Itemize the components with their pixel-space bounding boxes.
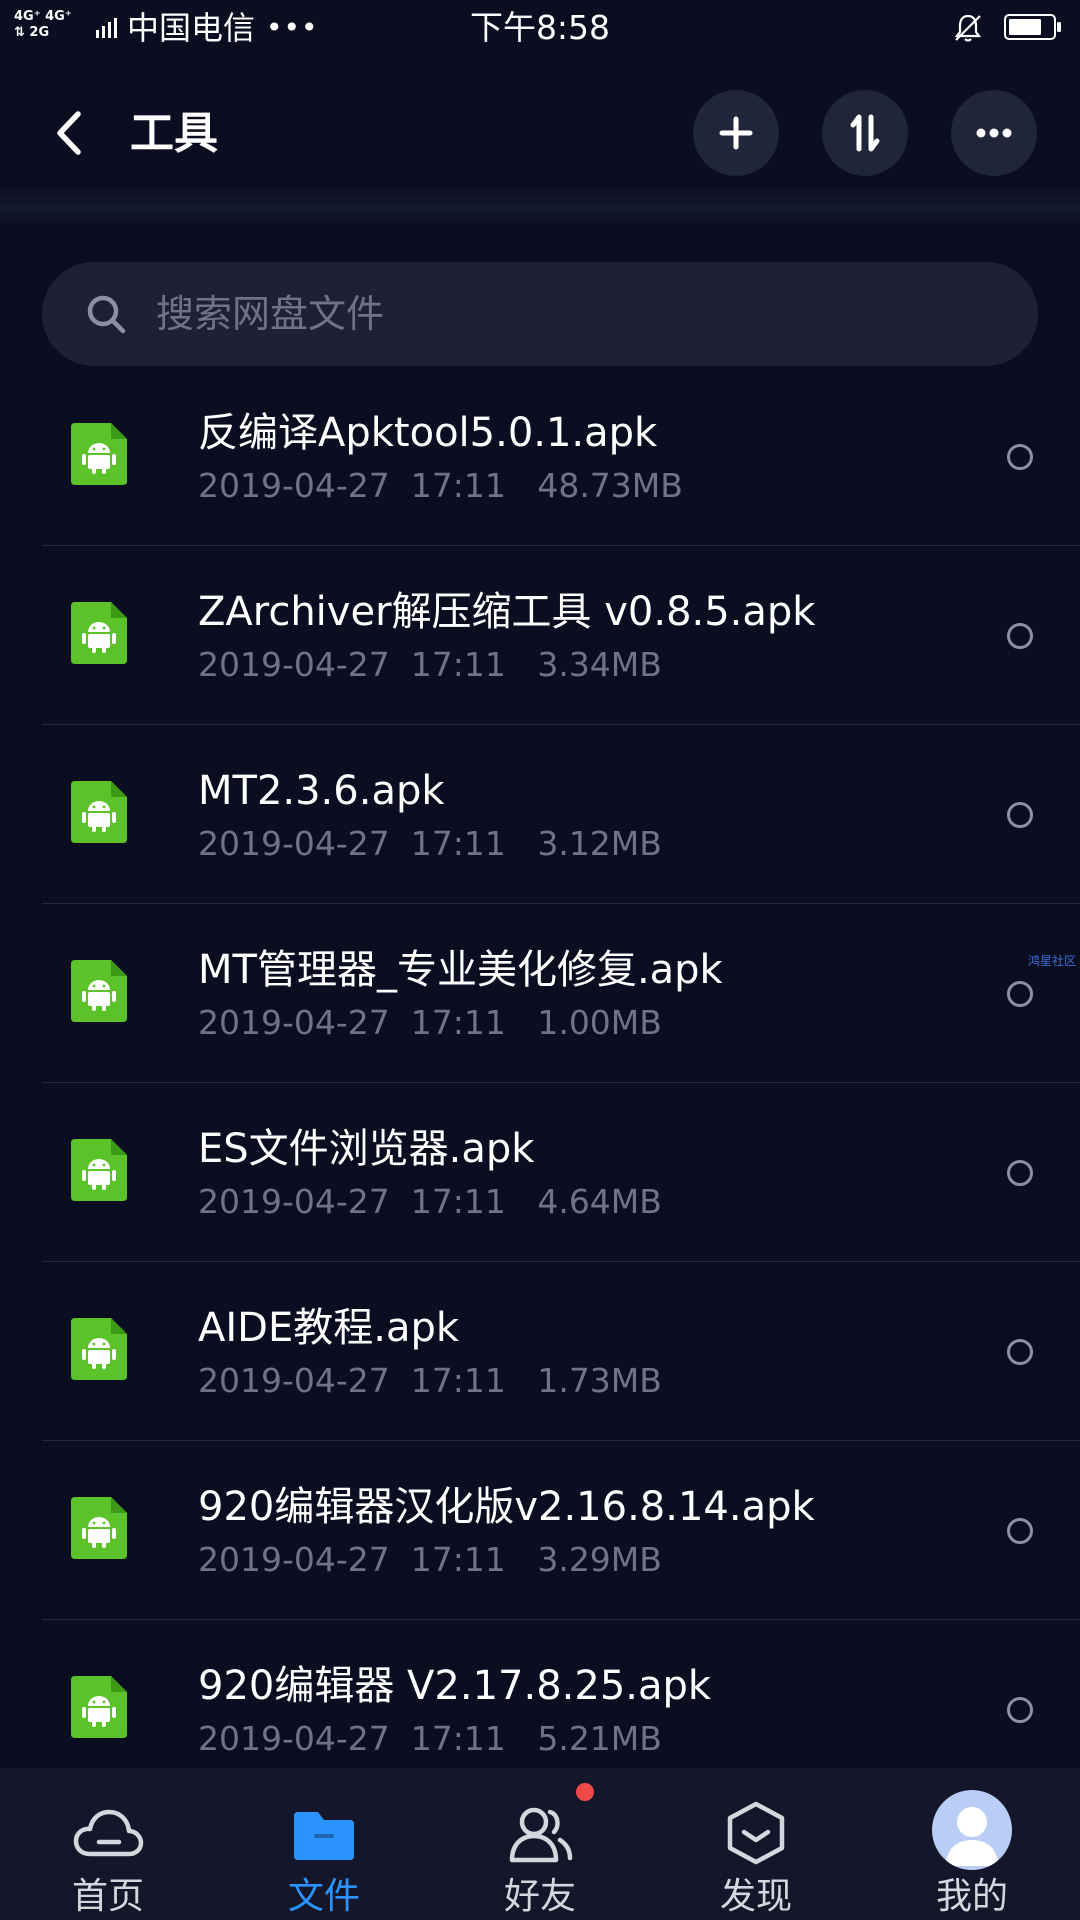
apk-file-icon bbox=[71, 1497, 127, 1559]
nav-label-friends: 好友 bbox=[503, 1876, 576, 1917]
file-meta: 2019-04-27 17:11 48.73MB bbox=[198, 466, 683, 505]
file-meta: 2019-04-27 17:11 4.64MB bbox=[198, 1182, 662, 1221]
nav-label-home: 首页 bbox=[71, 1876, 144, 1917]
file-row[interactable]: 反编译Apktool5.0.1.apk 2019-04-27 17:11 48.… bbox=[0, 367, 1080, 546]
notification-badge bbox=[576, 1783, 594, 1801]
bottom-nav: 首页 文件 好友 发现 我的 bbox=[0, 1768, 1080, 1920]
avatar[interactable] bbox=[932, 1790, 1012, 1870]
battery-icon bbox=[1004, 14, 1061, 40]
file-row[interactable]: MT2.3.6.apk 2019-04-27 17:11 3.12MB bbox=[0, 725, 1080, 904]
more-button[interactable] bbox=[951, 90, 1037, 176]
select-radio[interactable] bbox=[1007, 1160, 1033, 1186]
nav-label-discover: 发现 bbox=[719, 1876, 792, 1917]
select-radio[interactable] bbox=[1007, 1518, 1033, 1544]
apk-file-icon bbox=[71, 1318, 127, 1380]
file-meta: 2019-04-27 17:11 1.73MB bbox=[198, 1361, 662, 1400]
apk-file-icon bbox=[71, 1676, 127, 1738]
select-radio[interactable] bbox=[1007, 444, 1033, 470]
more-icon bbox=[976, 128, 1012, 138]
search-icon bbox=[87, 295, 126, 334]
folder-icon bbox=[294, 1812, 354, 1860]
status-time: 下午8:58 bbox=[469, 8, 611, 47]
apk-file-icon bbox=[71, 781, 127, 843]
file-meta: 2019-04-27 17:11 5.21MB bbox=[198, 1719, 662, 1758]
status-bar: 4G⁺ 4G⁺ ⇅ 2G 中国电信 ••• 下午8:58 bbox=[0, 0, 1080, 56]
apk-file-icon bbox=[71, 1139, 127, 1201]
select-radio[interactable] bbox=[1007, 623, 1033, 649]
apk-file-icon bbox=[71, 960, 127, 1022]
avatar-icon bbox=[946, 1807, 998, 1866]
app-root: 4G⁺ 4G⁺ ⇅ 2G 中国电信 ••• 下午8:58 工具 搜索网盘文件 反… bbox=[0, 0, 1080, 1920]
nav-label-me: 我的 bbox=[935, 1876, 1008, 1917]
nav-item-friends[interactable]: 好友 bbox=[432, 1768, 648, 1920]
file-meta: 2019-04-27 17:11 3.12MB bbox=[198, 824, 662, 863]
bell-muted-icon bbox=[954, 14, 982, 42]
file-name: MT管理器_专业美化修复.apk bbox=[198, 947, 723, 993]
file-row[interactable]: AIDE教程.apk 2019-04-27 17:11 1.73MB bbox=[0, 1262, 1080, 1441]
select-radio[interactable] bbox=[1007, 981, 1033, 1007]
page-title: 工具 bbox=[130, 108, 218, 159]
select-radio[interactable] bbox=[1007, 1697, 1033, 1723]
file-row[interactable]: MT管理器_专业美化修复.apk 2019-04-27 17:11 1.00MB bbox=[0, 904, 1080, 1083]
apk-file-icon bbox=[71, 602, 127, 664]
file-name: ZArchiver解压缩工具 v0.8.5.apk bbox=[198, 589, 816, 635]
add-button[interactable] bbox=[693, 90, 779, 176]
file-meta: 2019-04-27 17:11 1.00MB bbox=[198, 1003, 662, 1042]
file-name: AIDE教程.apk bbox=[198, 1305, 460, 1351]
watermark: 鸿星社区 bbox=[1028, 954, 1077, 968]
file-name: 920编辑器汉化版v2.16.8.14.apk bbox=[198, 1484, 815, 1530]
nav-item-files[interactable]: 文件 bbox=[216, 1768, 432, 1920]
file-name: 反编译Apktool5.0.1.apk bbox=[198, 410, 658, 456]
friends-icon bbox=[509, 1807, 573, 1863]
discover-icon bbox=[727, 1801, 785, 1865]
nav-item-discover[interactable]: 发现 bbox=[648, 1768, 864, 1920]
nav-item-home[interactable]: 首页 bbox=[0, 1768, 216, 1920]
search-input[interactable] bbox=[154, 286, 994, 342]
file-row[interactable]: ES文件浏览器.apk 2019-04-27 17:11 4.64MB bbox=[0, 1083, 1080, 1262]
plus-icon bbox=[719, 116, 753, 150]
file-name: 920编辑器 V2.17.8.25.apk bbox=[198, 1663, 712, 1709]
select-radio[interactable] bbox=[1007, 1339, 1033, 1365]
file-meta: 2019-04-27 17:11 3.29MB bbox=[198, 1540, 662, 1579]
file-list: 反编译Apktool5.0.1.apk 2019-04-27 17:11 48.… bbox=[0, 367, 1080, 1799]
sort-button[interactable] bbox=[822, 90, 908, 176]
file-meta: 2019-04-27 17:11 3.34MB bbox=[198, 645, 662, 684]
file-row[interactable]: ZArchiver解压缩工具 v0.8.5.apk 2019-04-27 17:… bbox=[0, 546, 1080, 725]
cloud-icon bbox=[73, 1809, 144, 1857]
search-bar[interactable] bbox=[42, 262, 1038, 366]
file-name: ES文件浏览器.apk bbox=[198, 1126, 535, 1172]
chevron-left-icon[interactable] bbox=[40, 102, 102, 164]
apk-file-icon bbox=[71, 423, 127, 485]
select-radio[interactable] bbox=[1007, 802, 1033, 828]
header: 工具 bbox=[0, 56, 1080, 226]
file-name: MT2.3.6.apk bbox=[198, 768, 445, 814]
file-row[interactable]: 920编辑器汉化版v2.16.8.14.apk 2019-04-27 17:11… bbox=[0, 1441, 1080, 1620]
nav-label-files: 文件 bbox=[287, 1876, 360, 1917]
sort-icon bbox=[850, 114, 880, 152]
